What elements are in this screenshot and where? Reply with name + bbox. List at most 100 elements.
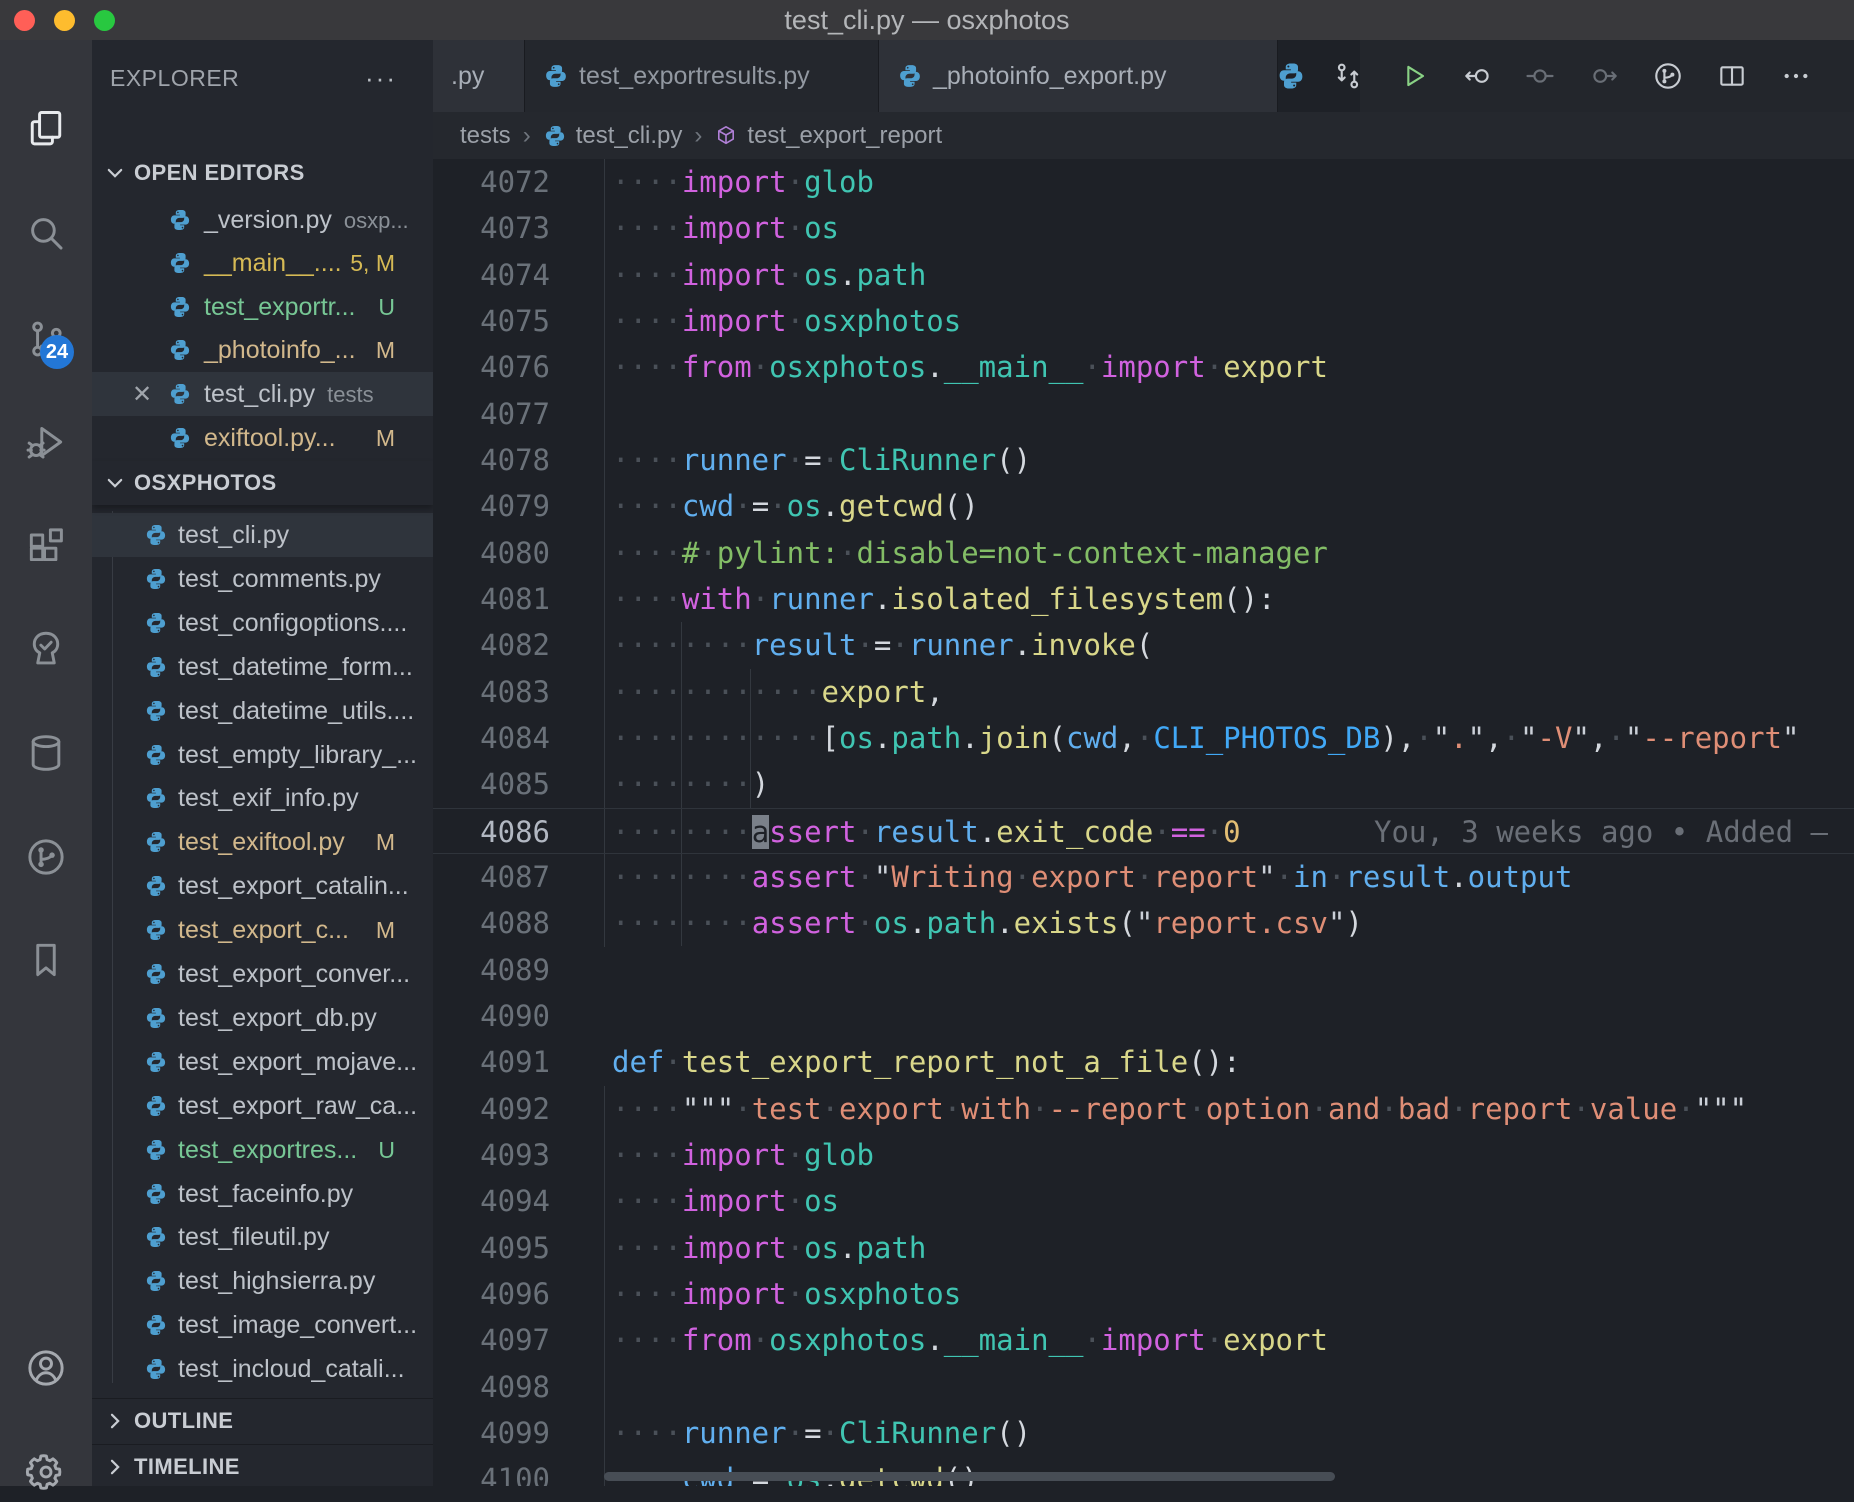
horizontal-scrollbar[interactable] <box>604 1472 1335 1481</box>
open-editor-item[interactable]: _photoinfo_...M <box>92 328 433 372</box>
open-editor-item[interactable]: _version.pyosxp... <box>92 198 433 242</box>
tree-item[interactable]: test_comments.py <box>92 557 433 601</box>
activitybar-extensions-icon[interactable] <box>0 516 92 576</box>
line-number: 4095 <box>433 1225 550 1271</box>
code-line[interactable]: 4075····import·osxphotos <box>433 298 1854 344</box>
tree-item[interactable]: test_export_mojave... <box>92 1040 433 1084</box>
section-timeline[interactable]: TIMELINE <box>92 1444 433 1486</box>
open-editor-item[interactable]: test_exportr...U <box>92 285 433 329</box>
tree-item[interactable]: test_faceinfo.py <box>92 1172 433 1216</box>
python-file-icon <box>144 1050 168 1074</box>
activitybar-testing-icon[interactable] <box>0 619 92 679</box>
activitybar-account-icon[interactable] <box>0 1338 92 1398</box>
editor-tab[interactable]: _photoinfo_export.py <box>879 40 1278 112</box>
code-line[interactable]: 4074····import·os.path <box>433 252 1854 298</box>
tree-item[interactable]: test_fileutil.py <box>92 1215 433 1259</box>
code-line[interactable]: 4085········) <box>433 761 1854 807</box>
section-osxphotos[interactable]: OSXPHOTOS <box>92 461 433 505</box>
activitybar-settings-gear-icon[interactable] <box>0 1442 92 1502</box>
code-line[interactable]: 4079····cwd·=·os.getcwd() <box>433 483 1854 529</box>
code-line[interactable]: 4095····import·os.path <box>433 1225 1854 1271</box>
toolbar-git-graph-icon[interactable] <box>1640 40 1696 112</box>
code-line[interactable]: 4081····with·runner.isolated_filesystem(… <box>433 576 1854 622</box>
tree-item[interactable]: test_datetime_form... <box>92 645 433 689</box>
open-editor-item[interactable]: exiftool.py...M <box>92 416 433 460</box>
tree-item[interactable]: test_image_convert... <box>92 1303 433 1347</box>
breadcrumb-item[interactable]: test_export_report <box>714 122 942 150</box>
code-line[interactable]: 4084············[os.path.join(cwd,·CLI_P… <box>433 715 1854 761</box>
explorer-title: EXPLORER <box>110 65 239 92</box>
editor-group: .pytest_exportresults.py _photoinfo_expor… <box>433 40 1854 1486</box>
line-content: ····import·glob <box>612 1132 874 1178</box>
activitybar-files-icon[interactable] <box>0 99 92 159</box>
toolbar-python-icon[interactable] <box>1263 40 1319 112</box>
toolbar-step-back-icon[interactable] <box>1450 40 1506 112</box>
code-line[interactable]: 4083············export, <box>433 669 1854 715</box>
line-content: ········assert·"Writing·export·report"·i… <box>612 854 1572 900</box>
section-outline[interactable]: OUTLINE <box>92 1398 433 1443</box>
section-open-editors[interactable]: OPEN EDITORS <box>92 151 433 195</box>
code-line[interactable]: 4092····"""·test·export·with·--report·op… <box>433 1086 1854 1132</box>
editor-tab[interactable]: test_exportresults.py <box>525 40 879 112</box>
toolbar-ellipsis-icon[interactable] <box>1768 40 1824 112</box>
editor-toolbar <box>1360 40 1854 112</box>
activitybar-source-control-icon[interactable]: 24 <box>0 309 92 369</box>
tree-item[interactable]: test_cli.py <box>92 513 433 557</box>
code-line[interactable]: 4096····import·osxphotos <box>433 1271 1854 1317</box>
open-editor-item[interactable]: __main__....5, M <box>92 241 433 285</box>
tree-item[interactable]: test_export_c...M <box>92 908 433 952</box>
tree-item[interactable]: test_incloud_catali... <box>92 1347 433 1391</box>
tree-item[interactable]: test_highsierra.py <box>92 1259 433 1303</box>
tree-item[interactable]: test_configoptions.... <box>92 601 433 645</box>
code-line[interactable]: 4082········result·=·runner.invoke( <box>433 622 1854 668</box>
close-icon[interactable]: ✕ <box>132 380 152 409</box>
code-line[interactable]: 4087········assert·"Writing·export·repor… <box>433 854 1854 900</box>
code-line[interactable]: 4093····import·glob <box>433 1132 1854 1178</box>
activitybar-database-icon[interactable] <box>0 723 92 783</box>
breadcrumb-item[interactable]: tests <box>460 122 511 150</box>
code-line[interactable]: 4076····from·osxphotos.__main__·import·e… <box>433 344 1854 390</box>
toolbar-run-icon[interactable] <box>1385 40 1441 112</box>
toolbar-compare-changes-icon[interactable] <box>1320 40 1376 112</box>
code-editor[interactable]: 4072····import·glob4073····import·os4074… <box>433 159 1854 1486</box>
toolbar-step-forward-icon[interactable] <box>1576 40 1632 112</box>
code-line[interactable]: 4080····#·pylint:·disable=not-context-ma… <box>433 530 1854 576</box>
code-line[interactable]: 4078····runner·=·CliRunner() <box>433 437 1854 483</box>
tree-item[interactable]: test_export_db.py <box>92 996 433 1040</box>
code-line[interactable]: 4099····runner·=·CliRunner() <box>433 1410 1854 1456</box>
code-line[interactable]: 4086········assert·result.exit_code·==·0… <box>433 808 1854 854</box>
code-line[interactable]: 4097····from·osxphotos.__main__·import·e… <box>433 1317 1854 1363</box>
code-line[interactable]: 4077 <box>433 391 1854 437</box>
tree-item[interactable]: test_exiftool.pyM <box>92 820 433 864</box>
tree-item[interactable]: test_export_raw_ca... <box>92 1084 433 1128</box>
open-editor-item[interactable]: ✕test_cli.pytests <box>92 372 433 416</box>
code-line[interactable]: 4090 <box>433 993 1854 1039</box>
tree-item[interactable]: test_export_conver... <box>92 952 433 996</box>
editor-tab[interactable]: .py <box>433 40 525 112</box>
tree-item[interactable]: test_export_catalin... <box>92 864 433 908</box>
tree-item[interactable]: test_exif_info.py <box>92 776 433 820</box>
tree-item[interactable]: test_empty_library_... <box>92 733 433 777</box>
code-line[interactable]: 4098 <box>433 1364 1854 1410</box>
activitybar-git-graph-icon[interactable] <box>0 827 92 887</box>
toolbar-step-over-icon[interactable] <box>1512 40 1568 112</box>
code-line[interactable]: 4091def·test_export_report_not_a_file(): <box>433 1039 1854 1085</box>
activitybar-search-icon[interactable] <box>0 203 92 263</box>
chevron-down-icon <box>104 472 126 494</box>
line-number: 4088 <box>433 900 550 946</box>
code-line[interactable]: 4088········assert·os.path.exists("repor… <box>433 900 1854 946</box>
file-name: test_export_conver... <box>178 960 410 989</box>
tab-label: _photoinfo_export.py <box>933 62 1167 91</box>
code-line[interactable]: 4089 <box>433 947 1854 993</box>
more-actions-icon[interactable]: ··· <box>365 63 397 94</box>
activitybar-bookmark-icon[interactable] <box>0 930 92 990</box>
tree-item[interactable]: test_exportres...U <box>92 1128 433 1172</box>
toolbar-split-editor-icon[interactable] <box>1704 40 1760 112</box>
code-line[interactable]: 4072····import·glob <box>433 159 1854 205</box>
python-file-icon <box>144 1357 168 1381</box>
activitybar-run-debug-icon[interactable] <box>0 412 92 472</box>
tree-item[interactable]: test_datetime_utils.... <box>92 689 433 733</box>
code-line[interactable]: 4073····import·os <box>433 205 1854 251</box>
code-line[interactable]: 4094····import·os <box>433 1178 1854 1224</box>
breadcrumb-item[interactable]: test_cli.py <box>543 122 683 150</box>
